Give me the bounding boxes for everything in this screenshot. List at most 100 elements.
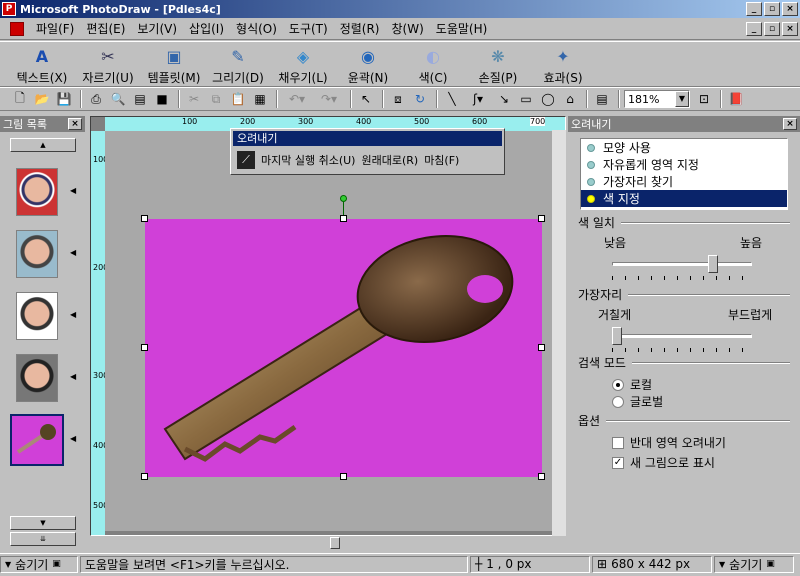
resize-handle-n[interactable] — [340, 215, 347, 222]
outline-tool-button[interactable]: ◉ 윤곽(N) — [340, 44, 396, 86]
thumbnail-arrow-icon[interactable]: ◀ — [70, 186, 76, 195]
group-icon[interactable]: ⧈ — [388, 89, 408, 109]
redo-icon[interactable]: ↷▾ — [314, 89, 344, 109]
menu-insert[interactable]: 삽입(I) — [183, 20, 230, 37]
camera-icon[interactable]: ■ — [152, 89, 172, 109]
edge-slider[interactable] — [612, 327, 622, 345]
option-use-shape[interactable]: 모양 사용 — [581, 139, 787, 156]
shape-icon[interactable]: ⌂ — [560, 89, 580, 109]
vertical-scrollbar[interactable] — [552, 130, 566, 536]
hide-right-button[interactable]: ▼ 숨기기 ▣ — [714, 555, 794, 573]
page-canvas[interactable] — [105, 131, 565, 531]
rotate-handle[interactable] — [340, 195, 347, 202]
thumbnail-arrow-icon[interactable]: ◀ — [70, 248, 76, 257]
scroll-down-button[interactable]: ▼ — [10, 516, 76, 530]
thumbnail-2[interactable] — [16, 230, 58, 278]
close-icon[interactable]: × — [783, 118, 797, 130]
resize-handle-ne[interactable] — [538, 215, 545, 222]
finish-button[interactable]: 마침(F) — [424, 152, 459, 168]
color-match-track[interactable] — [612, 262, 752, 266]
text-tool-button[interactable]: A 텍스트(X) — [14, 44, 70, 86]
chevron-down-icon[interactable]: ▼ — [675, 91, 689, 107]
resize-handle-s[interactable] — [340, 473, 347, 480]
paste-icon[interactable]: 📋 — [228, 89, 248, 109]
menu-view[interactable]: 보기(V) — [131, 20, 183, 37]
option-find-edges[interactable]: 가장자리 찾기 — [581, 173, 787, 190]
option-freeform[interactable]: 자유롭게 영역 지정 — [581, 156, 787, 173]
thumbnail-3[interactable] — [16, 292, 58, 340]
rotate-icon[interactable]: ↻ — [410, 89, 430, 109]
color-tool-button[interactable]: ◐ 색(C) — [405, 44, 461, 86]
resize-handle-e[interactable] — [538, 344, 545, 351]
pointer-icon[interactable]: ↖ — [356, 89, 376, 109]
thumbnail-arrow-icon[interactable]: ◀ — [70, 372, 76, 381]
doc-maximize-button[interactable]: ▫ — [764, 22, 780, 36]
menu-file[interactable]: 파일(F) — [30, 20, 80, 37]
crop-tool-button[interactable]: ✂ 자르기(U) — [80, 44, 136, 86]
hide-left-button[interactable]: ▼ 숨기기 ▣ — [0, 555, 78, 573]
save-icon[interactable]: 💾 — [54, 89, 74, 109]
horizontal-scrollbar[interactable] — [90, 536, 566, 550]
canvas-area[interactable]: 100 200 300 400 500 600 700 100 200 300 … — [90, 116, 566, 536]
thumbnail-arrow-icon[interactable]: ◀ — [70, 310, 76, 319]
draw-tool-button[interactable]: ✎ 그리기(D) — [210, 44, 266, 86]
arrow-icon[interactable]: ↘ — [494, 89, 514, 109]
minimize-button[interactable]: _ — [746, 2, 762, 16]
curve-icon[interactable]: ʃ▾ — [464, 89, 492, 109]
fit-zoom-icon[interactable]: ⊡ — [694, 89, 714, 109]
scroll-end-button[interactable]: ⇊ — [10, 532, 76, 546]
thumbnail-5-selected[interactable] — [10, 414, 64, 466]
scroll-thumb[interactable] — [330, 537, 340, 549]
undo-icon[interactable]: ↶▾ — [282, 89, 312, 109]
rectangle-icon[interactable]: ▭ — [516, 89, 536, 109]
document-icon[interactable] — [10, 21, 24, 36]
open-folder-icon[interactable]: 📂 — [32, 89, 52, 109]
menu-arrange[interactable]: 정렬(R) — [334, 20, 386, 37]
text-frame-icon[interactable]: ▤ — [592, 89, 612, 109]
print-icon[interactable]: ⎙ — [86, 89, 106, 109]
line-icon[interactable]: ╲ — [442, 89, 462, 109]
color-match-slider[interactable] — [707, 255, 718, 273]
fill-tool-button[interactable]: ◈ 채우기(L) — [275, 44, 331, 86]
new-icon[interactable]: 🗋 — [10, 89, 30, 109]
thumbnail-4[interactable] — [16, 354, 58, 402]
paste-special-icon[interactable]: ▦ — [250, 89, 270, 109]
menu-window[interactable]: 창(W) — [386, 20, 430, 37]
close-button[interactable]: × — [782, 2, 798, 16]
thumbnail-arrow-icon[interactable]: ◀ — [70, 434, 76, 443]
invert-checkbox[interactable]: 반대 영역 오려내기 — [612, 434, 726, 451]
menu-edit[interactable]: 편집(E) — [80, 20, 131, 37]
help-book-icon[interactable]: 📕 — [726, 89, 746, 109]
scroll-up-button[interactable]: ▲ — [10, 138, 76, 152]
ellipse-icon[interactable]: ◯ — [538, 89, 558, 109]
close-icon[interactable]: × — [68, 118, 82, 130]
menu-tools[interactable]: 도구(T) — [283, 20, 334, 37]
copy-icon[interactable]: ⧉ — [206, 89, 226, 109]
reset-button[interactable]: 원래대로(R) — [361, 152, 418, 168]
resize-handle-w[interactable] — [141, 344, 148, 351]
menu-format[interactable]: 형식(O) — [230, 20, 283, 37]
new-picture-checkbox[interactable]: ✓ 새 그림으로 표시 — [612, 454, 715, 471]
resize-handle-sw[interactable] — [141, 473, 148, 480]
cut-icon[interactable]: ✂ — [184, 89, 204, 109]
print-preview-icon[interactable]: 🔍 — [108, 89, 128, 109]
undo-last-button[interactable]: 마지막 실행 취소(U) — [261, 152, 355, 168]
resize-handle-nw[interactable] — [141, 215, 148, 222]
radio-local[interactable]: 로컬 — [612, 376, 652, 393]
menu-help[interactable]: 도움말(H) — [430, 20, 494, 37]
zoom-select[interactable]: 181% ▼ — [624, 90, 690, 108]
effects-tool-button[interactable]: ✦ 효과(S) — [535, 44, 591, 86]
template-tool-button[interactable]: ▣ 템플릿(M) — [144, 44, 204, 86]
edge-track[interactable] — [612, 334, 752, 338]
touchup-tool-button[interactable]: ❋ 손질(P) — [470, 44, 526, 86]
thumbnail-1[interactable] — [16, 168, 58, 216]
option-by-color[interactable]: 색 지정 — [581, 190, 787, 207]
radio-global[interactable]: 글로벌 — [612, 393, 663, 410]
maximize-button[interactable]: ▫ — [764, 2, 780, 16]
key-photo[interactable] — [145, 219, 542, 477]
resize-handle-se[interactable] — [538, 473, 545, 480]
scan-icon[interactable]: ▤ — [130, 89, 150, 109]
doc-minimize-button[interactable]: _ — [746, 22, 762, 36]
cutout-pen-icon[interactable]: ⟋ — [237, 151, 255, 169]
doc-close-button[interactable]: × — [782, 22, 798, 36]
